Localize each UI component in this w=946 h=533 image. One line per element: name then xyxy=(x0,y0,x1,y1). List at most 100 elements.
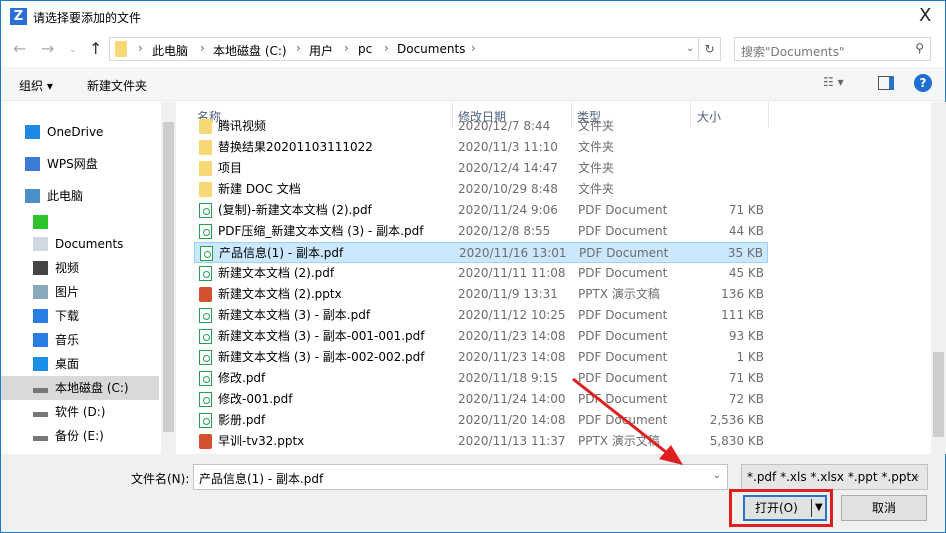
pdf-file-icon xyxy=(199,266,212,281)
file-row[interactable]: 新建 DOC 文档 2020/10/29 8:48 文件夹 xyxy=(194,179,768,200)
pptx-file-icon xyxy=(199,287,212,302)
breadcrumb-item[interactable]: Documents xyxy=(397,42,465,56)
file-row[interactable]: 新建文本文档 (3) - 副本-002-002.pdf 2020/11/23 14… xyxy=(194,347,768,368)
drive-icon xyxy=(33,388,48,393)
sidebar-item-label: 桌面 xyxy=(55,357,80,371)
document-icon xyxy=(33,237,48,251)
file-size: 1 KB xyxy=(736,350,764,364)
file-size: 72 KB xyxy=(728,392,764,406)
file-row[interactable]: 腾讯视频 2020/12/7 8:44 文件夹 xyxy=(194,116,768,137)
sidebar-item[interactable]: 本地磁盘 (C:) xyxy=(1,376,159,400)
file-type-filter[interactable]: *.pdf *.xls *.xlsx *.ppt *.pptx ⌄ xyxy=(741,464,928,490)
file-row[interactable]: 新建文本文档 (3) - 副本-001-001.pdf 2020/11/23 14… xyxy=(194,326,768,347)
pdf-file-icon xyxy=(199,203,212,218)
file-row[interactable]: 替换结果20201103111022 2020/11/3 11:10 文件夹 xyxy=(194,137,768,158)
sidebar-item-label: 下载 xyxy=(55,309,80,323)
file-date: 2020/12/8 8:55 xyxy=(458,224,551,238)
file-list: ^ 名称 修改日期 类型 大小 腾讯视频 2020/12/7 8:44 文件夹 替换结… xyxy=(176,102,931,454)
iqiyi-icon xyxy=(33,215,48,229)
sidebar-item[interactable]: 下载 xyxy=(1,304,159,328)
breadcrumb-item[interactable]: 此电脑 xyxy=(152,42,188,59)
address-bar[interactable]: › 此电脑 › 本地磁盘 (C:) › 用户 › pc › Documents … xyxy=(109,37,699,61)
new-folder-button[interactable]: 新建文件夹 xyxy=(87,77,147,94)
pdf-file-icon xyxy=(199,350,212,365)
onedrive-icon xyxy=(25,125,40,139)
sidebar-item[interactable]: 桌面 xyxy=(1,352,159,376)
sidebar-item[interactable] xyxy=(1,210,159,234)
back-button[interactable]: ← xyxy=(13,39,26,58)
file-type: PDF Document xyxy=(578,350,668,364)
open-dropdown-icon[interactable]: ▼ xyxy=(815,497,823,519)
sidebar-item[interactable]: 软件 (D:) xyxy=(1,400,159,424)
cancel-button[interactable]: 取消 xyxy=(841,495,927,521)
help-icon[interactable]: ? xyxy=(914,74,932,92)
file-name: 修改.pdf xyxy=(218,371,266,385)
preview-pane-icon[interactable] xyxy=(878,76,894,90)
folder-icon xyxy=(199,140,212,155)
sidebar-item[interactable]: 备份 (E:) xyxy=(1,424,159,448)
sidebar-item[interactable]: 视频 xyxy=(1,256,159,280)
red-arrow-annotation xyxy=(572,377,683,465)
computer-icon xyxy=(25,189,40,203)
video-icon xyxy=(33,261,48,275)
file-date: 2020/10/29 8:48 xyxy=(458,182,558,196)
folder-icon xyxy=(199,161,212,176)
sidebar-item[interactable]: Documents xyxy=(1,232,159,256)
window-title: 请选择要添加的文件 xyxy=(33,11,142,25)
address-dropdown-icon[interactable]: ⌄ xyxy=(686,43,694,54)
forward-button[interactable]: → xyxy=(41,39,54,58)
refresh-button[interactable]: ↻ xyxy=(699,37,721,61)
sidebar-item[interactable]: 此电脑 xyxy=(1,184,159,208)
file-date: 2020/11/16 13:01 xyxy=(459,246,567,260)
file-name: 项目 xyxy=(218,161,243,175)
chevron-down-icon[interactable]: ⌄ xyxy=(713,470,721,481)
file-type: PDF Document xyxy=(578,203,668,217)
pdf-file-icon xyxy=(199,329,212,344)
file-name: 新建文本文档 (3) - 副本-001-001.pdf xyxy=(218,329,425,343)
filter-value: *.pdf *.xls *.xlsx *.ppt *.pptx xyxy=(747,470,919,484)
breadcrumb-item[interactable]: 用户 xyxy=(309,42,333,59)
file-date: 2020/11/23 14:08 xyxy=(458,329,566,343)
file-date: 2020/12/4 14:47 xyxy=(458,161,558,175)
view-options-icon[interactable]: ☷ ▾ xyxy=(823,75,844,89)
sidebar-item[interactable]: WPS网盘 xyxy=(1,152,159,176)
recent-dropdown-icon[interactable]: ⌄ xyxy=(69,45,77,55)
file-name: 早训-tv32.pptx xyxy=(218,434,305,448)
file-list-scrollbar[interactable] xyxy=(931,102,946,454)
open-button[interactable]: 打开(O) ▼ xyxy=(743,495,827,521)
file-name: 腾讯视频 xyxy=(218,119,267,133)
title-bar: Z 请选择要添加的文件 X xyxy=(1,1,945,33)
file-date: 2020/11/23 14:08 xyxy=(458,350,566,364)
search-input[interactable]: 搜索"Documents" ⚲ xyxy=(734,37,931,61)
sidebar-scrollbar[interactable] xyxy=(161,102,176,454)
sidebar-item-label: 图片 xyxy=(55,285,80,299)
file-name: 新建 DOC 文档 xyxy=(218,182,301,196)
file-size: 2,536 KB xyxy=(709,413,764,427)
navigation-pane: OneDrive WPS网盘此电脑 Documents 视频图片下载音乐桌面本地磁盘 … xyxy=(1,102,161,471)
organize-button[interactable]: 组织 ▾ xyxy=(19,77,53,94)
file-row[interactable]: 新建文本文档 (2).pdf 2020/11/11 11:08 PDF Docume… xyxy=(194,263,768,284)
sidebar-item[interactable]: 图片 xyxy=(1,280,159,304)
sidebar-item[interactable]: 音乐 xyxy=(1,328,159,352)
file-row[interactable]: 项目 2020/12/4 14:47 文件夹 xyxy=(194,158,768,179)
up-button[interactable]: ↑ xyxy=(89,39,102,58)
file-row[interactable]: (复制)-新建文本文档 (2).pdf 2020/11/24 9:06 PDF Do… xyxy=(194,200,768,221)
breadcrumb-item[interactable]: pc xyxy=(358,42,372,56)
file-size: 45 KB xyxy=(728,266,764,280)
file-row[interactable]: 新建文本文档 (2).pptx 2020/11/9 13:31 PPTX 演示文稿 1… xyxy=(194,284,768,305)
file-name: 新建文本文档 (2).pdf xyxy=(218,266,335,280)
file-row[interactable]: 产品信息(1) - 副本.pdf 2020/11/16 13:01 PDF Docu… xyxy=(194,242,768,263)
filename-value: 产品信息(1) - 副本.pdf xyxy=(199,472,324,486)
file-type: PDF Document xyxy=(578,266,668,280)
file-row[interactable]: PDF压缩_新建文本文档 (3) - 副本.pdf 2020/12/8 8:55 P… xyxy=(194,221,768,242)
file-row[interactable]: 新建文本文档 (3) - 副本.pdf 2020/11/12 10:25 PDF D… xyxy=(194,305,768,326)
filename-label: 文件名(N): xyxy=(131,472,190,486)
search-icon: ⚲ xyxy=(915,41,924,55)
chevron-down-icon[interactable]: ⌄ xyxy=(913,470,921,481)
close-button[interactable]: X xyxy=(919,5,931,26)
sidebar-item[interactable]: OneDrive xyxy=(1,120,159,144)
file-type: PDF Document xyxy=(578,308,668,322)
file-size: 136 KB xyxy=(721,287,764,301)
breadcrumb-item[interactable]: 本地磁盘 (C:) xyxy=(213,42,287,59)
sidebar-item-label: 本地磁盘 (C:) xyxy=(55,381,129,395)
